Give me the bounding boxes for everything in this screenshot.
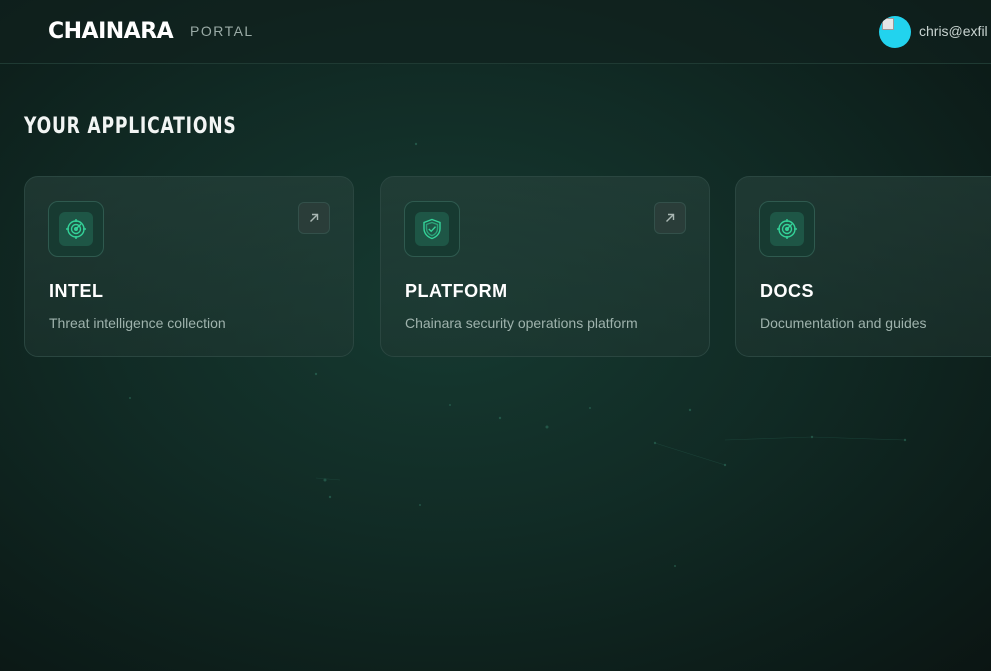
app-card-platform[interactable]: PLATFORM Chainara security operations pl… xyxy=(380,176,710,357)
app-icon-tile xyxy=(759,201,815,257)
app-description: Threat intelligence collection xyxy=(49,315,226,331)
portal-label: PORTAL xyxy=(190,23,254,39)
app-icon-tile xyxy=(404,201,460,257)
user-email[interactable]: chris@exfil xyxy=(919,23,988,39)
app-description: Documentation and guides xyxy=(760,315,927,331)
app-name: INTEL xyxy=(49,281,104,301)
app-description: Chainara security operations platform xyxy=(405,315,638,331)
open-app-button[interactable] xyxy=(654,202,686,234)
user-avatar[interactable] xyxy=(879,16,911,48)
radar-icon xyxy=(66,219,86,239)
arrow-up-right-icon xyxy=(666,213,675,222)
brand-logo[interactable]: CHAINARA xyxy=(48,19,174,44)
broken-image-icon xyxy=(882,18,894,30)
radar-icon xyxy=(777,219,797,239)
page-title: YOUR APPLICATIONS xyxy=(24,114,237,139)
app-name: DOCS xyxy=(760,281,815,301)
open-app-button[interactable] xyxy=(298,202,330,234)
app-card-intel[interactable]: INTEL Threat intelligence collection xyxy=(24,176,354,357)
app-card-docs[interactable]: DOCS Documentation and guides xyxy=(735,176,991,357)
top-bar: CHAINARA PORTAL chris@exfil xyxy=(0,0,991,64)
shield-check-icon xyxy=(423,218,441,240)
app-icon-tile xyxy=(48,201,104,257)
arrow-up-right-icon xyxy=(310,213,319,222)
app-name: PLATFORM xyxy=(405,281,508,301)
